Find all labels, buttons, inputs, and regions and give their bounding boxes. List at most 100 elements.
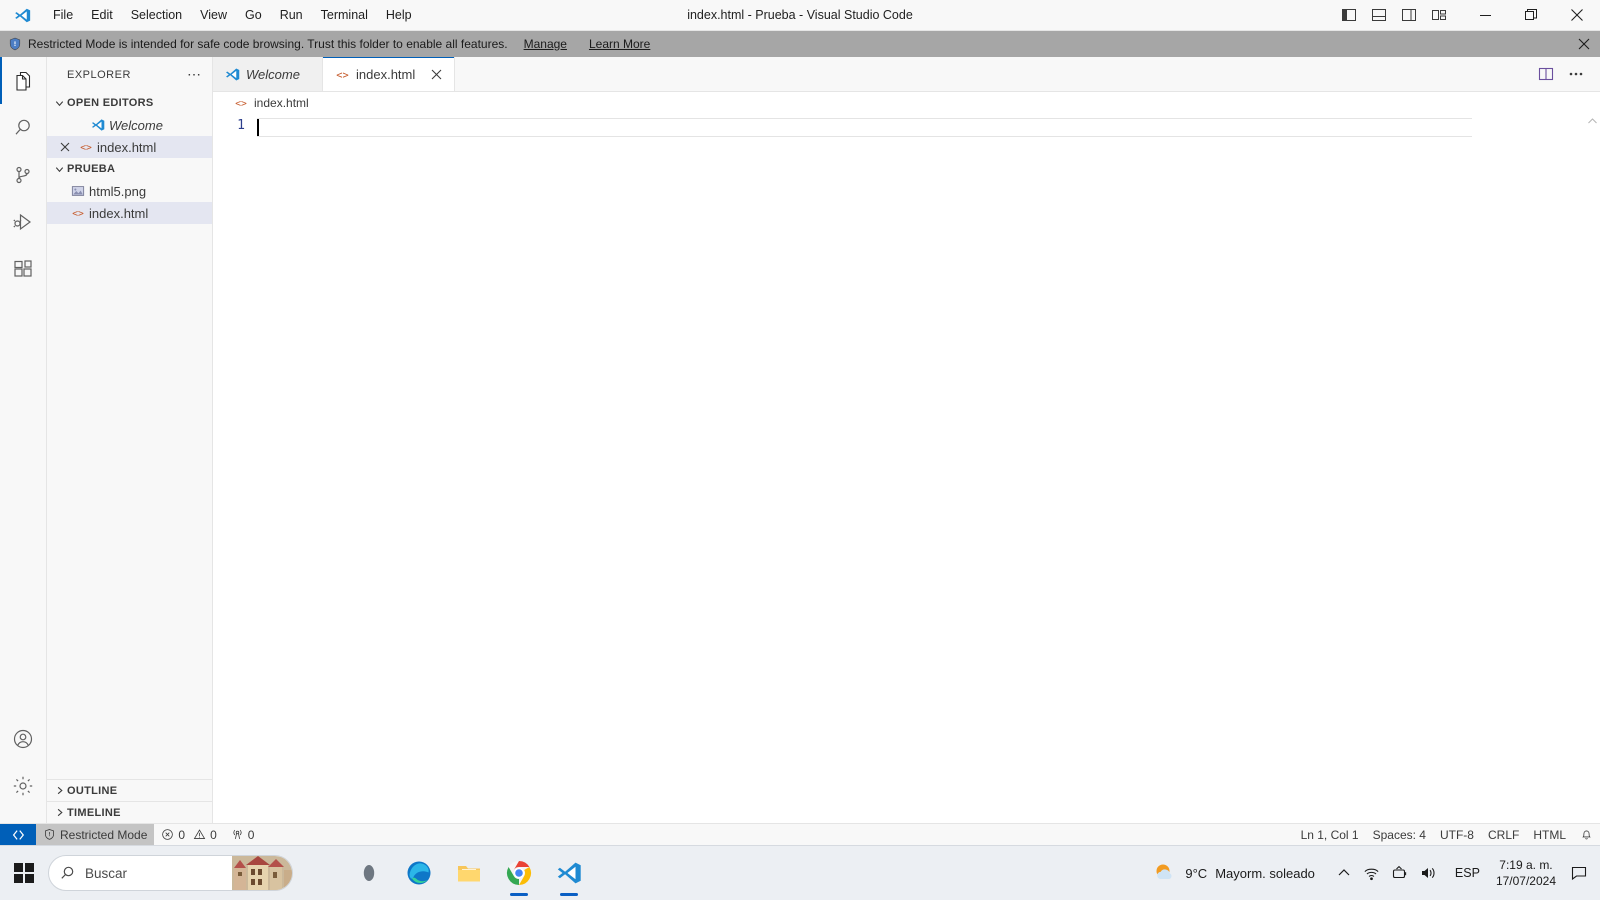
- section-timeline[interactable]: TIMELINE: [47, 801, 212, 823]
- active-line[interactable]: [257, 118, 1472, 137]
- taskbar-widgets[interactable]: [345, 849, 393, 897]
- language-indicator[interactable]: ESP: [1447, 866, 1488, 880]
- menu-selection[interactable]: Selection: [122, 3, 191, 27]
- customize-layout-icon[interactable]: [1424, 2, 1454, 28]
- toggle-panel-icon[interactable]: [1364, 2, 1394, 28]
- svg-text:<>: <>: [80, 143, 92, 154]
- status-cursor-position[interactable]: Ln 1, Col 1: [1294, 824, 1366, 846]
- status-encoding[interactable]: UTF-8: [1433, 824, 1481, 846]
- menu-run[interactable]: Run: [271, 3, 312, 27]
- status-remote-window[interactable]: [0, 823, 36, 846]
- file-item-html5-png[interactable]: html5.png: [47, 180, 212, 202]
- code-editor[interactable]: 1: [213, 114, 1600, 823]
- html-icon: <>: [335, 67, 350, 82]
- close-button[interactable]: [1554, 0, 1600, 31]
- weather-condition: Mayorm. soleado: [1215, 865, 1315, 881]
- taskbar-apps: [345, 849, 593, 897]
- chevron-right-icon: [51, 785, 67, 796]
- vscode-logo-icon: [225, 67, 240, 82]
- activity-accounts[interactable]: [0, 715, 46, 762]
- workbench-body: EXPLORER ⋯ OPEN EDITORS Welcome <> index…: [0, 57, 1600, 823]
- taskbar-chrome[interactable]: [495, 849, 543, 897]
- clock-widget[interactable]: 7:19 a. m. 17/07/2024: [1488, 857, 1564, 889]
- weather-widget[interactable]: 9°C Mayorm. soleado: [1143, 857, 1325, 889]
- system-tray: 9°C Mayorm. soleado ESP 7:19 a. m. 17/07…: [1143, 853, 1600, 893]
- open-editor-index-html[interactable]: <> index.html: [47, 136, 212, 158]
- file-item-index-html[interactable]: <> index.html: [47, 202, 212, 224]
- code-content[interactable]: [257, 114, 1600, 823]
- status-ports[interactable]: 0: [224, 824, 262, 846]
- section-outline[interactable]: OUTLINE: [47, 779, 212, 801]
- chevron-up-icon[interactable]: [1331, 857, 1357, 889]
- tab-welcome[interactable]: Welcome: [213, 57, 323, 91]
- tab-label: index.html: [356, 66, 416, 82]
- network-icon[interactable]: [1359, 857, 1385, 889]
- windows-taskbar: Buscar 9°C Mayorm. soleado ESP 7:19 a. m…: [0, 845, 1600, 900]
- menu-view[interactable]: View: [191, 3, 236, 27]
- section-folder-prueba[interactable]: PRUEBA: [47, 158, 212, 180]
- battery-icon[interactable]: [1387, 857, 1413, 889]
- editor-scrollbar[interactable]: [1586, 114, 1600, 823]
- section-open-editors[interactable]: OPEN EDITORS: [47, 92, 212, 114]
- open-editor-welcome[interactable]: Welcome: [47, 114, 212, 136]
- menu-file[interactable]: File: [44, 3, 82, 27]
- status-notifications[interactable]: [1573, 824, 1600, 846]
- section-outline-label: OUTLINE: [67, 784, 118, 797]
- sidebar-title-label: EXPLORER: [67, 68, 131, 81]
- status-indentation[interactable]: Spaces: 4: [1366, 824, 1433, 846]
- menu-edit[interactable]: Edit: [82, 3, 122, 27]
- activity-source-control[interactable]: [0, 151, 46, 198]
- layout-controls: [1334, 2, 1462, 28]
- activity-settings[interactable]: [0, 762, 46, 809]
- activity-explorer[interactable]: [0, 57, 46, 104]
- vscode-window: File Edit Selection View Go Run Terminal…: [0, 0, 1600, 900]
- toggle-secondary-sidebar-icon[interactable]: [1394, 2, 1424, 28]
- line-number-gutter: 1: [213, 114, 257, 823]
- warning-icon: [193, 828, 206, 841]
- tray-icons: [1325, 857, 1447, 889]
- taskbar-file-explorer[interactable]: [445, 849, 493, 897]
- more-actions-icon[interactable]: [1562, 60, 1590, 88]
- activity-run-debug[interactable]: [0, 198, 46, 245]
- chevron-down-icon: [51, 164, 67, 175]
- banner-link-manage[interactable]: Manage: [524, 37, 567, 51]
- taskbar-vscode[interactable]: [545, 849, 593, 897]
- activity-extensions[interactable]: [0, 245, 46, 292]
- status-eol[interactable]: CRLF: [1481, 824, 1526, 846]
- open-editor-label: index.html: [97, 139, 157, 155]
- status-restricted-mode[interactable]: Restricted Mode: [36, 823, 155, 846]
- status-language-mode[interactable]: HTML: [1526, 824, 1573, 846]
- windows-start-icon[interactable]: [0, 846, 48, 900]
- file-item-label: html5.png: [89, 183, 147, 199]
- menu-help[interactable]: Help: [377, 3, 421, 27]
- toggle-primary-sidebar-icon[interactable]: [1334, 2, 1364, 28]
- banner-message: Restricted Mode is intended for safe cod…: [28, 37, 508, 51]
- status-restricted-mode-label: Restricted Mode: [60, 827, 148, 842]
- split-editor-right-icon[interactable]: [1532, 60, 1560, 88]
- maximize-button[interactable]: [1508, 0, 1554, 31]
- section-open-editors-label: OPEN EDITORS: [67, 97, 154, 109]
- tab-bar-filler: [455, 57, 1532, 91]
- close-icon[interactable]: [421, 69, 442, 80]
- status-bar: Restricted Mode 0 0 0 Ln 1, Col 1 Spaces…: [0, 823, 1600, 846]
- search-input[interactable]: Buscar: [48, 855, 293, 891]
- status-problems[interactable]: 0 0: [154, 824, 223, 846]
- search-placeholder: Buscar: [85, 865, 128, 881]
- menu-terminal[interactable]: Terminal: [312, 3, 377, 27]
- close-icon[interactable]: [55, 142, 75, 152]
- activity-search[interactable]: [0, 104, 46, 151]
- ellipsis-icon[interactable]: ⋯: [187, 66, 202, 83]
- menu-go[interactable]: Go: [236, 3, 271, 27]
- minimize-button[interactable]: [1462, 0, 1508, 31]
- tab-index-html[interactable]: <> index.html: [323, 57, 456, 91]
- activity-bar: [0, 57, 47, 823]
- breadcrumb-item-file[interactable]: index.html: [254, 96, 309, 110]
- banner-link-learn-more[interactable]: Learn More: [589, 37, 650, 51]
- notification-center-icon[interactable]: [1564, 853, 1594, 893]
- volume-icon[interactable]: [1415, 857, 1441, 889]
- html-icon: <>: [234, 96, 248, 110]
- close-icon[interactable]: [1578, 38, 1590, 50]
- weather-temperature: 9°C: [1185, 865, 1208, 881]
- taskbar-edge[interactable]: [395, 849, 443, 897]
- clock-time: 7:19 a. m.: [1499, 858, 1553, 872]
